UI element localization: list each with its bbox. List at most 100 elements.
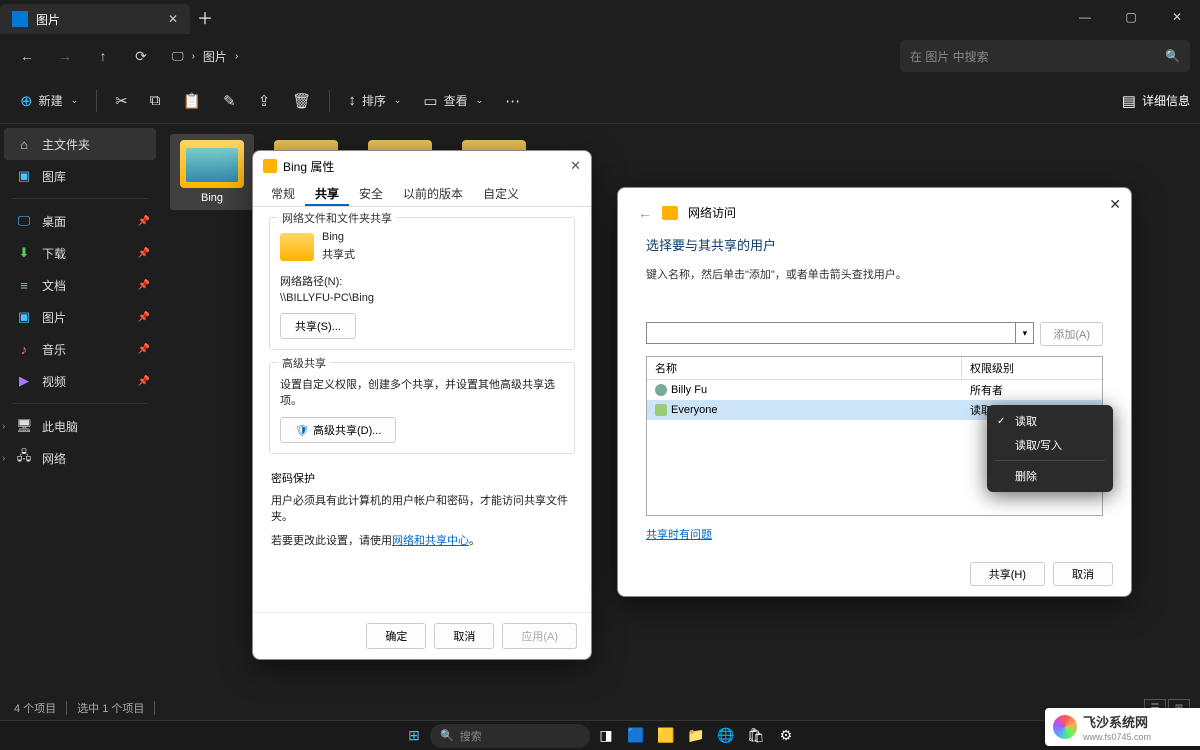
tab-label: 图片 (36, 11, 60, 28)
window-tab[interactable]: 图片 ✕ (0, 4, 190, 34)
search-input[interactable]: 在 图片 中搜索 🔍 (900, 40, 1190, 72)
chevron-right-icon: › (2, 453, 5, 464)
menu-item-remove[interactable]: 删除 (987, 464, 1113, 488)
folder-icon (180, 140, 244, 188)
sidebar-item-documents[interactable]: ≡文档📌 (0, 269, 160, 301)
user-icon (655, 384, 667, 396)
sidebar-item-downloads[interactable]: ⬇下载📌 (0, 237, 160, 269)
shield-icon: 🛡 (295, 425, 309, 437)
new-button[interactable]: ⊕新建⌄ (10, 84, 88, 118)
back-icon[interactable]: ← (638, 205, 652, 221)
sidebar-item-thispc[interactable]: ›🖥此电脑 (0, 410, 160, 442)
breadcrumb-sep-icon: › (235, 51, 238, 62)
tab-security[interactable]: 安全 (349, 181, 393, 206)
share-confirm-button[interactable]: 共享(H) (970, 562, 1045, 586)
user-combobox[interactable]: ▾ (646, 322, 1034, 344)
pin-icon: 📌 (138, 280, 150, 291)
column-name[interactable]: 名称 (647, 357, 962, 379)
logo-icon (1053, 715, 1077, 739)
watermark: 飞沙系统网www.fs0745.com (1045, 708, 1200, 746)
status-count: 4 个项目 (14, 700, 56, 716)
rename-button[interactable]: ✎ (213, 84, 246, 118)
breadcrumb-item[interactable]: 图片 (203, 48, 227, 65)
start-button[interactable]: ⊞ (400, 723, 428, 749)
folder-label: Bing (201, 192, 223, 204)
sort-icon: ↕ (348, 92, 356, 109)
refresh-button[interactable]: ⟳ (124, 39, 158, 73)
sidebar-item-gallery[interactable]: ▣图库 (0, 160, 160, 192)
ok-button[interactable]: 确定 (366, 623, 426, 649)
properties-dialog: Bing 属性 ✕ 常规 共享 安全 以前的版本 自定义 网络文件和文件夹共享 … (252, 150, 592, 660)
delete-button[interactable]: 🗑 (282, 84, 321, 118)
chevron-down-icon: ⌄ (394, 95, 402, 106)
taskbar-store[interactable]: 🛍 (742, 723, 770, 749)
taskbar-app[interactable]: 🟦 (622, 723, 650, 749)
more-button[interactable]: ⋯ (495, 84, 530, 118)
close-tab-icon[interactable]: ✕ (168, 12, 178, 26)
cancel-button[interactable]: 取消 (434, 623, 494, 649)
add-button[interactable]: 添加(A) (1040, 322, 1103, 346)
cut-icon: ✂ (115, 92, 128, 110)
column-permission[interactable]: 权限级别 (962, 357, 1102, 379)
taskbar-explorer[interactable]: 📁 (682, 723, 710, 749)
sidebar-item-videos[interactable]: ▶视频📌 (0, 365, 160, 397)
close-button[interactable]: ✕ (1154, 0, 1200, 34)
cut-button[interactable]: ✂ (105, 84, 138, 118)
pin-icon: 📌 (138, 312, 150, 323)
sort-button[interactable]: ↕排序⌄ (338, 84, 411, 118)
cancel-button[interactable]: 取消 (1053, 562, 1113, 586)
new-tab-button[interactable]: ＋ (190, 0, 220, 34)
chevron-down-icon[interactable]: ▾ (1015, 323, 1033, 343)
paste-button[interactable]: 📋 (172, 84, 211, 118)
trash-icon: 🗑 (292, 92, 311, 110)
table-row[interactable]: Billy Fu 所有者 (647, 380, 1102, 400)
folder-item[interactable]: Bing (170, 134, 254, 210)
gallery-icon: ▣ (16, 168, 32, 184)
view-button[interactable]: ▭查看⌄ (413, 84, 493, 118)
taskbar-search[interactable]: 🔍搜索 (430, 724, 590, 748)
sidebar-item-music[interactable]: ♪音乐📌 (0, 333, 160, 365)
up-button[interactable]: ↑ (86, 39, 120, 73)
music-icon: ♪ (16, 342, 32, 357)
status-selected: 选中 1 个项目 (77, 700, 144, 716)
tab-customize[interactable]: 自定义 (473, 181, 529, 206)
breadcrumb[interactable]: 🖵 › 图片 › (162, 48, 896, 65)
close-icon[interactable]: ✕ (1109, 196, 1121, 213)
minimize-button[interactable]: — (1062, 0, 1108, 34)
dialog-title: Bing 属性 (283, 158, 334, 175)
close-icon[interactable]: ✕ (570, 158, 581, 174)
pictures-icon: ▣ (16, 309, 32, 325)
taskbar-settings[interactable]: ⚙ (772, 723, 800, 749)
maximize-button[interactable]: ▢ (1108, 0, 1154, 34)
menu-item-read[interactable]: 读取 (987, 409, 1113, 433)
sidebar-item-desktop[interactable]: 🖵桌面📌 (0, 205, 160, 237)
share-button[interactable]: 共享(S)... (280, 313, 356, 339)
dialog-subtext: 键入名称，然后单击"添加"，或者单击箭头查找用户。 (646, 266, 1103, 282)
search-icon: 🔍 (1165, 49, 1180, 63)
plus-icon: ⊕ (20, 92, 33, 110)
apply-button[interactable]: 应用(A) (502, 623, 577, 649)
sidebar-item-network[interactable]: ›🖧网络 (0, 442, 160, 474)
tab-previous[interactable]: 以前的版本 (393, 181, 473, 206)
copy-button[interactable]: ⧉ (140, 84, 171, 118)
taskbar-edge[interactable]: 🌐 (712, 723, 740, 749)
dialog-heading: 选择要与其共享的用户 (646, 235, 1103, 254)
video-icon: ▶ (16, 373, 32, 389)
details-button[interactable]: ▤详细信息 (1122, 92, 1190, 110)
advanced-share-button[interactable]: 🛡高级共享(D)... (280, 417, 396, 443)
sidebar-item-home[interactable]: ⌂主文件夹 (4, 128, 156, 160)
share-button[interactable]: ⇪ (248, 84, 281, 118)
menu-item-readwrite[interactable]: 读取/写入 (987, 433, 1113, 457)
trouble-link[interactable]: 共享时有问题 (646, 526, 712, 542)
tab-sharing[interactable]: 共享 (305, 181, 349, 206)
share-icon: ⇪ (258, 92, 271, 110)
back-button[interactable]: ← (10, 39, 44, 73)
sidebar-item-pictures[interactable]: ▣图片📌 (0, 301, 160, 333)
permission-context-menu: 读取 读取/写入 删除 (987, 405, 1113, 492)
search-placeholder: 在 图片 中搜索 (910, 48, 989, 65)
taskbar-app[interactable]: 🟨 (652, 723, 680, 749)
task-view-button[interactable]: ◨ (592, 723, 620, 749)
network-center-link[interactable]: 网络和共享中心 (392, 535, 469, 547)
tab-general[interactable]: 常规 (261, 181, 305, 206)
forward-button[interactable]: → (48, 39, 82, 73)
